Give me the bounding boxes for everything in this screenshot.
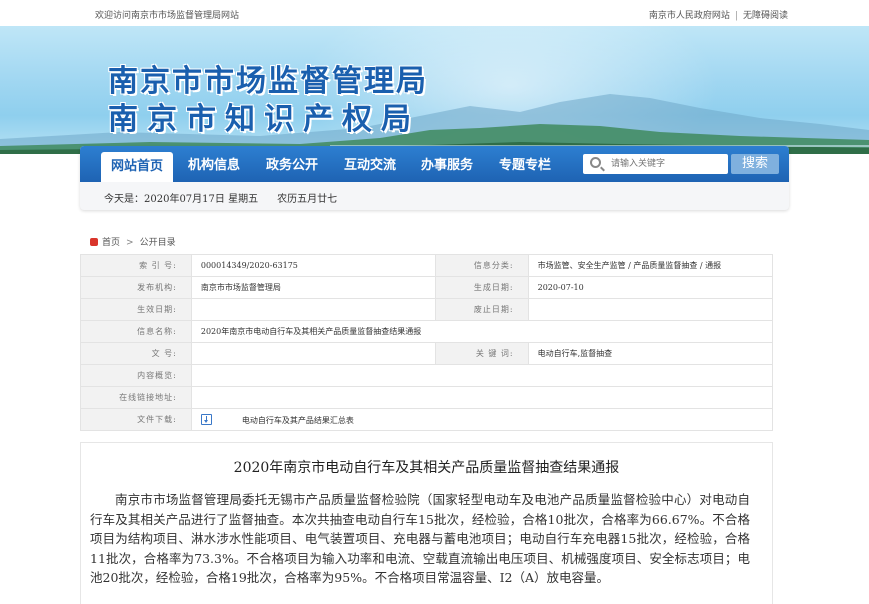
meta-value <box>527 298 774 321</box>
table-row: 在线链接地址: <box>80 386 774 409</box>
table-row: 内容概览: <box>80 364 774 387</box>
search-button[interactable]: 搜索 <box>731 154 779 174</box>
download-cell: 电动自行车及其产品结果汇总表 <box>190 408 774 431</box>
date-line: 今天是：2020年07月17日 星期五 农历五月廿七 <box>104 194 338 205</box>
document-metadata-table: 索 引 号: 000014349/2020-63175 信息分类: 市场监管、安… <box>80 254 774 431</box>
top-links: 南京市人民政府网站 | 无障碍阅读 <box>649 8 788 21</box>
table-row: 生效日期: 废止日期: <box>80 298 774 321</box>
home-icon <box>90 238 98 246</box>
accessibility-link[interactable]: 无障碍阅读 <box>743 8 788 21</box>
meta-label: 信息分类: <box>435 254 529 277</box>
download-icon[interactable] <box>200 413 212 425</box>
meta-label: 信息名称: <box>80 320 192 343</box>
table-row: 文件下载: 电动自行车及其产品结果汇总表 <box>80 408 774 431</box>
meta-value <box>190 298 437 321</box>
meta-label: 内容概览: <box>80 364 192 387</box>
meta-label: 生效日期: <box>80 298 192 321</box>
table-row: 索 引 号: 000014349/2020-63175 信息分类: 市场监管、安… <box>80 254 774 277</box>
nav-item-interaction[interactable]: 互动交流 <box>344 146 396 182</box>
meta-value: 市场监管、安全生产监管 / 产品质量监督抽查 / 通报 <box>527 254 774 277</box>
table-row: 信息名称: 2020年南京市电动自行车及其相关产品质量监督抽查结果通报 <box>80 320 774 343</box>
breadcrumb-home[interactable]: 首页 <box>102 238 120 248</box>
search-icon <box>590 157 601 168</box>
chevron-right-icon: > <box>126 238 134 248</box>
meta-label: 文件下载: <box>80 408 192 431</box>
meta-label: 文 号: <box>80 342 192 365</box>
meta-value <box>190 386 774 409</box>
meta-value: 电动自行车,监督抽查 <box>527 342 774 365</box>
article-title: 2020年南京市电动自行车及其相关产品质量监督抽查结果通报 <box>233 460 620 476</box>
nav-item-home[interactable]: 网站首页 <box>101 152 174 182</box>
breadcrumb: 首页 > 公开目录 <box>90 235 176 248</box>
top-bar: 欢迎访问南京市市场监督管理局网站 南京市人民政府网站 | 无障碍阅读 <box>0 0 869 26</box>
meta-value: 2020-07-10 <box>527 276 774 299</box>
meta-value: 000014349/2020-63175 <box>190 254 437 277</box>
site-title-secondary: 南京市知识产权局 <box>108 102 420 137</box>
meta-value: 2020年南京市电动自行车及其相关产品质量监督抽查结果通报 <box>190 320 774 343</box>
meta-value <box>190 364 774 387</box>
meta-label: 发布机构: <box>80 276 192 299</box>
nav-item-organization[interactable]: 机构信息 <box>188 146 240 182</box>
gov-site-link[interactable]: 南京市人民政府网站 <box>649 8 730 21</box>
meta-label: 关 键 词: <box>435 342 529 365</box>
article-panel: 2020年南京市电动自行车及其相关产品质量监督抽查结果通报 南京市市场监督管理局… <box>80 442 773 604</box>
table-row: 发布机构: 南京市市场监督管理局 生成日期: 2020-07-10 <box>80 276 774 299</box>
search-box[interactable] <box>583 154 728 174</box>
article-body: 南京市市场监督管理局委托无锡市产品质量监督检验院（国家轻型电动车及电池产品质量监… <box>90 492 750 585</box>
breadcrumb-directory[interactable]: 公开目录 <box>140 238 176 248</box>
main-nav: 网站首页 机构信息 政务公开 互动交流 办事服务 专题专栏 搜索 <box>80 146 789 182</box>
meta-label: 生成日期: <box>435 276 529 299</box>
link-divider: | <box>734 11 738 21</box>
meta-label: 索 引 号: <box>80 254 192 277</box>
meta-label: 在线链接地址: <box>80 386 192 409</box>
site-banner: 南京市市场监督管理局 南京市知识产权局 <box>0 26 869 154</box>
nav-item-special-topics[interactable]: 专题专栏 <box>499 146 551 182</box>
meta-value <box>190 342 437 365</box>
nav-item-government-affairs[interactable]: 政务公开 <box>266 146 318 182</box>
welcome-text: 欢迎访问南京市市场监督管理局网站 <box>95 11 240 21</box>
search-input[interactable] <box>611 156 723 172</box>
meta-value: 南京市市场监督管理局 <box>190 276 437 299</box>
nav-item-services[interactable]: 办事服务 <box>421 146 473 182</box>
download-link[interactable]: 电动自行车及其产品结果汇总表 <box>242 416 354 425</box>
table-row: 文 号: 关 键 词: 电动自行车,监督抽查 <box>80 342 774 365</box>
meta-label: 废止日期: <box>435 298 529 321</box>
